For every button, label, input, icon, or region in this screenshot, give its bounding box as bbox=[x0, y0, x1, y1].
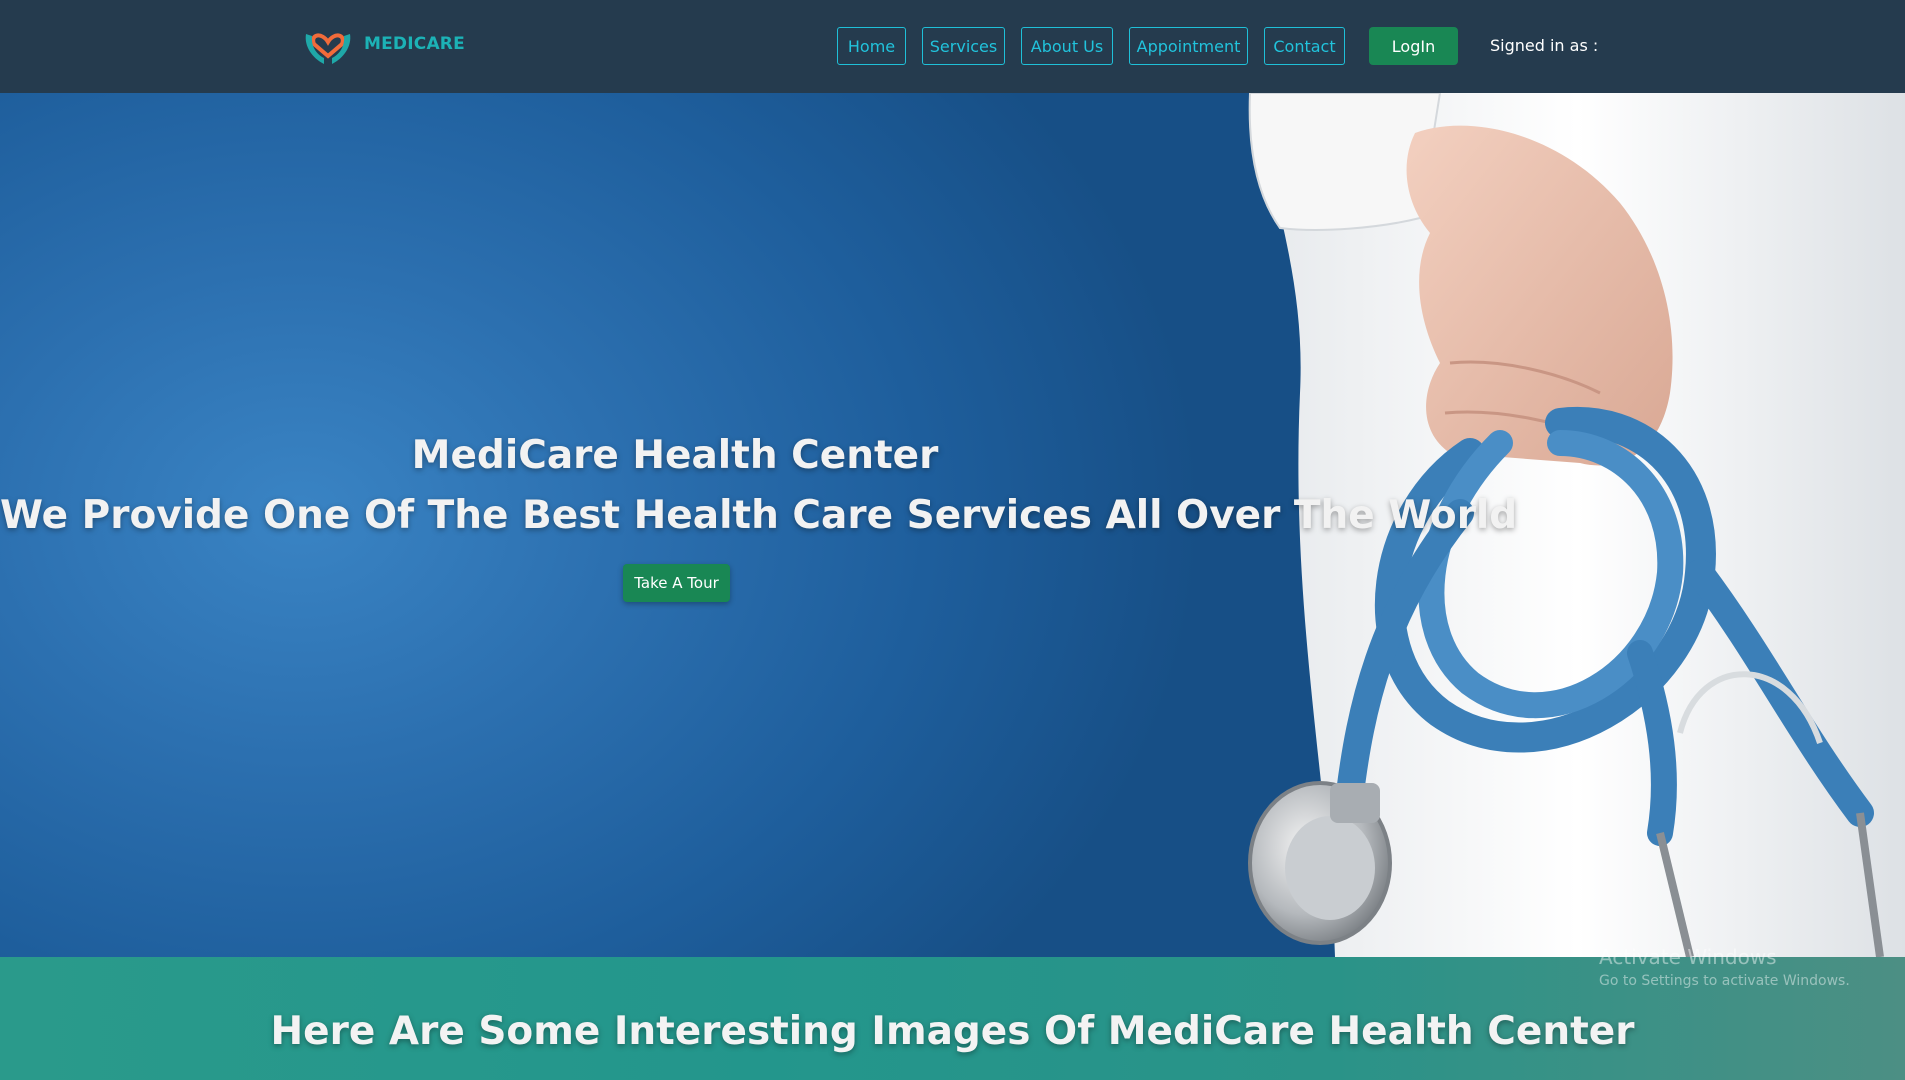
nav-home-link[interactable]: Home bbox=[837, 27, 906, 65]
hero-subtitle: We Provide One Of The Best Health Care S… bbox=[0, 493, 1518, 538]
watermark-subtitle: Go to Settings to activate Windows. bbox=[1599, 973, 1850, 989]
hero-section: MediCare Health Center We Provide One Of… bbox=[0, 93, 1905, 957]
gallery-heading: Here Are Some Interesting Images Of Medi… bbox=[270, 1009, 1635, 1054]
heart-hands-logo-icon bbox=[302, 22, 354, 66]
brand-logo-link[interactable]: MEDICARE bbox=[302, 22, 465, 66]
nav-appointment-link[interactable]: Appointment bbox=[1129, 27, 1248, 65]
take-a-tour-button[interactable]: Take A Tour bbox=[623, 564, 730, 602]
brand-name: MEDICARE bbox=[364, 34, 465, 54]
login-button[interactable]: LogIn bbox=[1369, 27, 1458, 65]
top-navbar: MEDICARE Home Services About Us Appointm… bbox=[0, 0, 1905, 93]
nav-contact-link[interactable]: Contact bbox=[1264, 27, 1345, 65]
activate-windows-watermark: Activate Windows Go to Settings to activ… bbox=[1599, 945, 1850, 989]
nav-about-us-link[interactable]: About Us bbox=[1021, 27, 1113, 65]
watermark-title: Activate Windows bbox=[1599, 945, 1777, 969]
signed-in-label: Signed in as : bbox=[1490, 36, 1599, 55]
hero-title: MediCare Health Center bbox=[411, 433, 939, 478]
nav-services-link[interactable]: Services bbox=[922, 27, 1005, 65]
